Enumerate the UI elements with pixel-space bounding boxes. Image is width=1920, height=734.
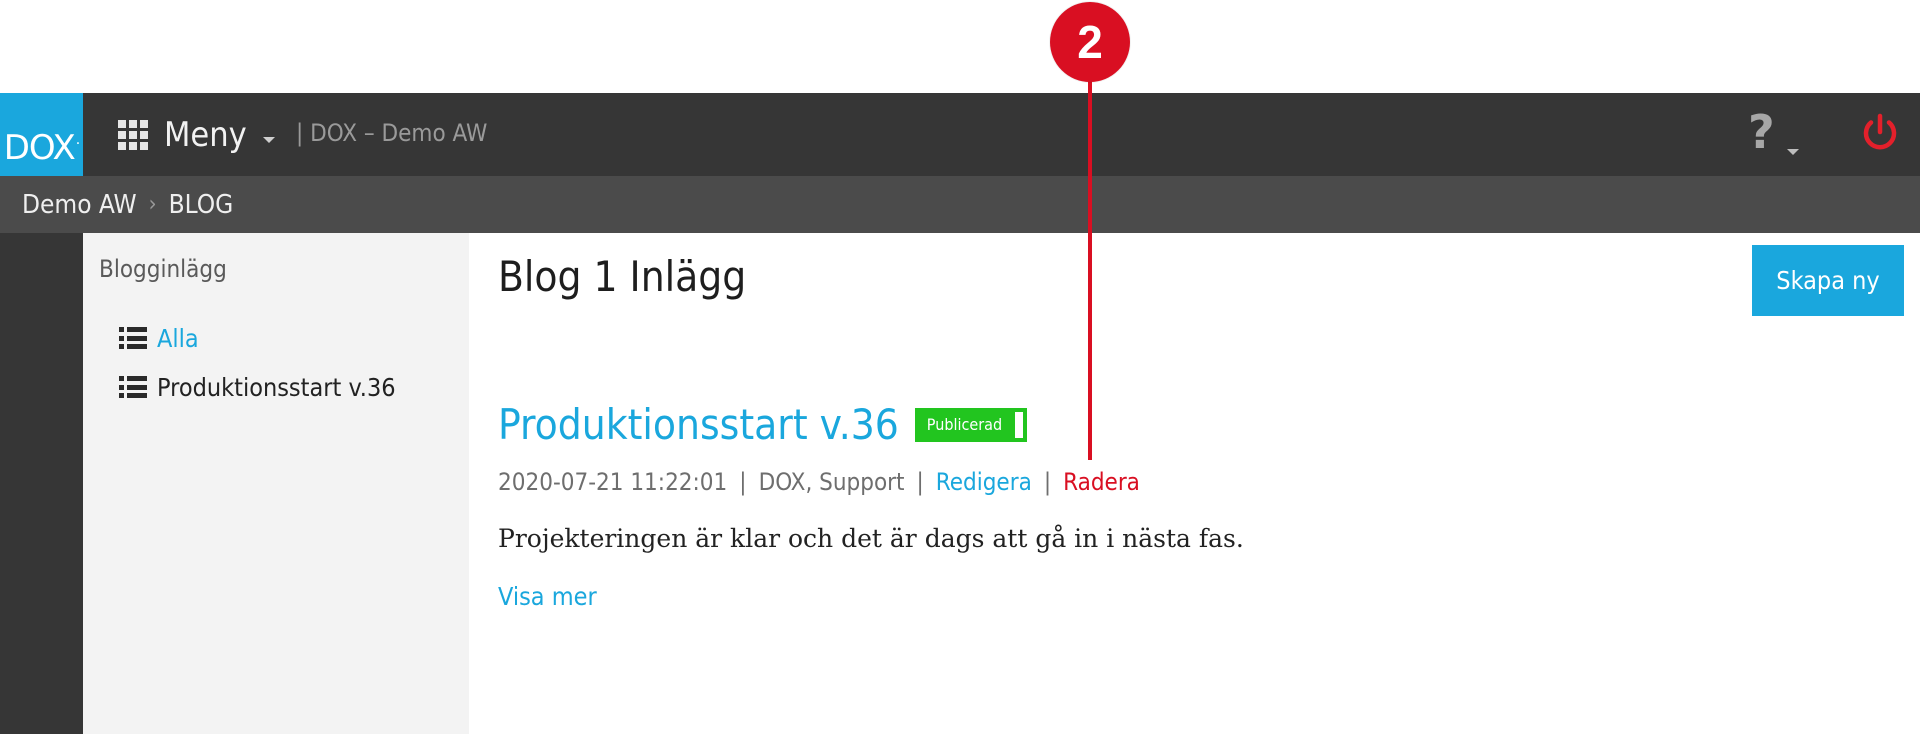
delete-link[interactable]: Radera bbox=[1063, 468, 1140, 496]
power-icon[interactable] bbox=[1860, 113, 1900, 153]
page-title: Blog 1 Inlägg bbox=[498, 252, 747, 301]
dox-logo[interactable]: DOX · bbox=[0, 93, 83, 176]
post-meta: 2020-07-21 11:22:01 | DOX, Support | Red… bbox=[498, 468, 1140, 496]
post-title-link[interactable]: Produktionsstart v.36 bbox=[498, 400, 899, 449]
meta-separator: | bbox=[739, 468, 747, 496]
post-excerpt: Projekteringen är klar och det är dags a… bbox=[498, 524, 1244, 553]
breadcrumb: Demo AW › BLOG bbox=[0, 176, 1920, 233]
annotation-number: 2 bbox=[1077, 16, 1103, 68]
sidebar-item-produktionsstart[interactable]: Produktionsstart v.36 bbox=[119, 370, 396, 404]
site-name: | DOX – Demo AW bbox=[296, 119, 488, 147]
list-icon bbox=[119, 376, 147, 398]
meta-separator: | bbox=[1043, 468, 1052, 496]
sidebar-item-label: Produktionsstart v.36 bbox=[157, 372, 396, 402]
top-navigation-bar: DOX · Meny | DOX – Demo AW ? bbox=[0, 93, 1920, 176]
grid-icon bbox=[118, 120, 148, 150]
status-badge: Publicerad bbox=[914, 407, 1027, 442]
list-icon bbox=[119, 327, 147, 349]
edit-link[interactable]: Redigera bbox=[936, 468, 1032, 496]
create-new-button[interactable]: Skapa ny bbox=[1752, 245, 1904, 316]
menu-label: Meny bbox=[164, 115, 247, 155]
sidebar-item-label: Alla bbox=[157, 323, 199, 353]
logo-dot: · bbox=[75, 136, 81, 152]
logo-text: DOX bbox=[3, 128, 76, 168]
sidebar-title: Blogginlägg bbox=[99, 255, 227, 283]
annotation-line bbox=[1088, 80, 1092, 460]
menu-button[interactable]: Meny bbox=[118, 111, 275, 159]
breadcrumb-item-demo-aw[interactable]: Demo AW bbox=[22, 190, 137, 220]
chevron-right-icon: › bbox=[148, 192, 157, 217]
post-header: Produktionsstart v.36 Publicerad bbox=[498, 400, 1027, 449]
help-menu-button[interactable]: ? bbox=[1748, 105, 1799, 161]
question-icon: ? bbox=[1748, 105, 1775, 159]
read-more-link[interactable]: Visa mer bbox=[498, 582, 597, 611]
sidebar: Blogginlägg Alla Produktionsstart v.36 bbox=[83, 233, 469, 734]
post-date: 2020-07-21 11:22:01 bbox=[498, 468, 728, 496]
post-authors: DOX, Support bbox=[758, 468, 905, 496]
annotation-badge: 2 bbox=[1050, 2, 1130, 82]
left-strip bbox=[0, 233, 83, 734]
caret-down-icon bbox=[1786, 149, 1799, 155]
meta-separator: | bbox=[916, 468, 924, 496]
sidebar-item-alla[interactable]: Alla bbox=[119, 321, 199, 355]
caret-down-icon bbox=[262, 137, 275, 143]
breadcrumb-item-blog[interactable]: BLOG bbox=[169, 190, 234, 220]
